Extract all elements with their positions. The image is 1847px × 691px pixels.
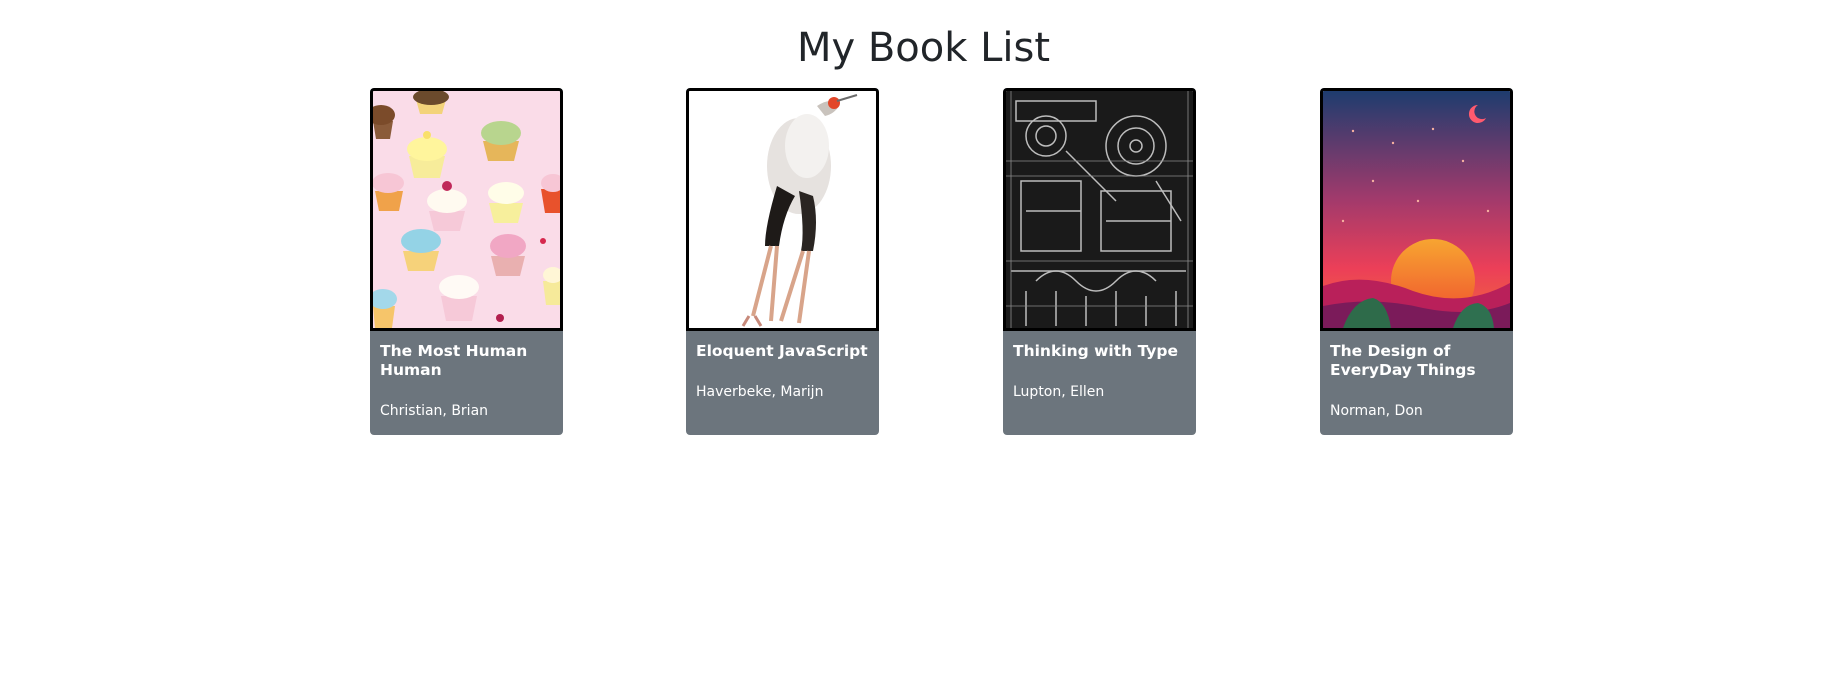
book-author: Norman, Don <box>1330 403 1423 419</box>
book-card-body: The Most Human Human Christian, Brian <box>370 331 563 435</box>
book-card[interactable]: The Most Human Human Christian, Brian <box>370 88 563 435</box>
book-card[interactable]: Thinking with Type Lupton, Ellen <box>1003 88 1196 435</box>
book-title: The Most Human Human <box>380 342 528 379</box>
book-author: Lupton, Ellen <box>1013 384 1105 400</box>
book-card-body: Eloquent JavaScript Haverbeke, Marijn <box>686 331 879 435</box>
cupcakes-cover-image <box>370 88 563 331</box>
secretary-bird-cover-image <box>686 88 879 331</box>
book-card-body: Thinking with Type Lupton, Ellen <box>1003 331 1196 435</box>
machinery-engraving-cover-image <box>1003 88 1196 331</box>
book-title: Eloquent JavaScript <box>696 342 868 360</box>
book-card[interactable]: Eloquent JavaScript Haverbeke, Marijn <box>686 88 879 435</box>
book-card-body: The Design of EveryDay Things Norman, Do… <box>1320 331 1513 435</box>
book-list: The Most Human Human Christian, Brian El… <box>0 88 1847 438</box>
sunset-landscape-cover-image <box>1320 88 1513 331</box>
book-author: Haverbeke, Marijn <box>696 384 824 400</box>
page-title: My Book List <box>796 25 1051 71</box>
book-author: Christian, Brian <box>380 403 489 419</box>
book-title: Thinking with Type <box>1013 342 1179 360</box>
book-title: The Design of EveryDay Things <box>1330 342 1476 379</box>
book-card[interactable]: The Design of EveryDay Things Norman, Do… <box>1320 88 1513 435</box>
